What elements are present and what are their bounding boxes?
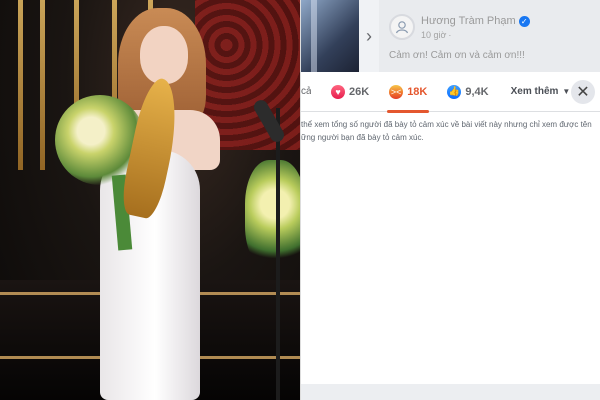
avatar-logo-icon [395,21,409,34]
angry-count: 18K [407,85,428,98]
reactions-list [301,112,600,384]
notice-line-2: ững người bạn đã bày tỏ cảm xúc. [301,133,424,142]
tab-angry[interactable]: ˃˂ 18K [387,72,430,113]
post-author[interactable]: Hương Tràm Phạm ✓ [421,15,530,27]
reactions-notice: thể xem tổng số người đã bày tỏ cảm xúc … [301,118,599,144]
more-label[interactable]: Xem thêm [511,86,559,97]
singer-face [140,26,188,84]
stage-light [40,0,45,170]
like-count: 9,4K [465,85,489,98]
award-photo [0,0,300,400]
heart-icon: ♥ [331,84,345,99]
tab-all[interactable]: cả [301,86,311,97]
more-reactions-dropdown[interactable]: Xem thêm ▼ [511,86,571,97]
caret-down-icon: ▼ [562,87,571,96]
modal-footer [301,384,600,400]
love-count: 26K [349,85,370,98]
notice-line-1: thể xem tổng số người đã bày tỏ cảm xúc … [301,120,592,129]
angry-icon: ˃˂ [389,84,404,99]
next-photo-button[interactable]: › [359,0,379,72]
tab-like[interactable]: 👍 9,4K [447,72,489,112]
close-button[interactable]: ✕ [571,80,595,104]
stage-light [18,0,23,170]
reactions-tab-bar: cả ♥ 26K ˃˂ 18K 👍 9,4K Xem thêm ▼ ✕ [301,72,600,113]
facebook-panel: › Hương Tràm Phạm ✓ 10 giờ · Cảm ơn! Cảm… [300,0,600,400]
chevron-right-icon: › [366,25,372,46]
like-icon: 👍 [447,84,462,99]
tab-love[interactable]: ♥ 26K [331,72,369,112]
verified-badge-icon: ✓ [518,15,530,27]
post-caption: Cảm ơn! Cảm ơn và cảm ơn!!! [389,50,525,61]
post-time[interactable]: 10 giờ · [421,30,451,40]
mic-stand [276,108,280,400]
author-name[interactable]: Hương Tràm Phạm [421,15,516,27]
post-time-label[interactable]: 10 giờ [421,30,446,40]
post-header-area: › Hương Tràm Phạm ✓ 10 giờ · Cảm ơn! Cảm… [301,0,600,72]
avatar[interactable] [389,14,415,40]
globe-icon: · [448,30,452,40]
flower-arrangement [245,160,300,270]
post-thumbnail[interactable] [301,0,359,72]
close-icon: ✕ [576,84,590,101]
